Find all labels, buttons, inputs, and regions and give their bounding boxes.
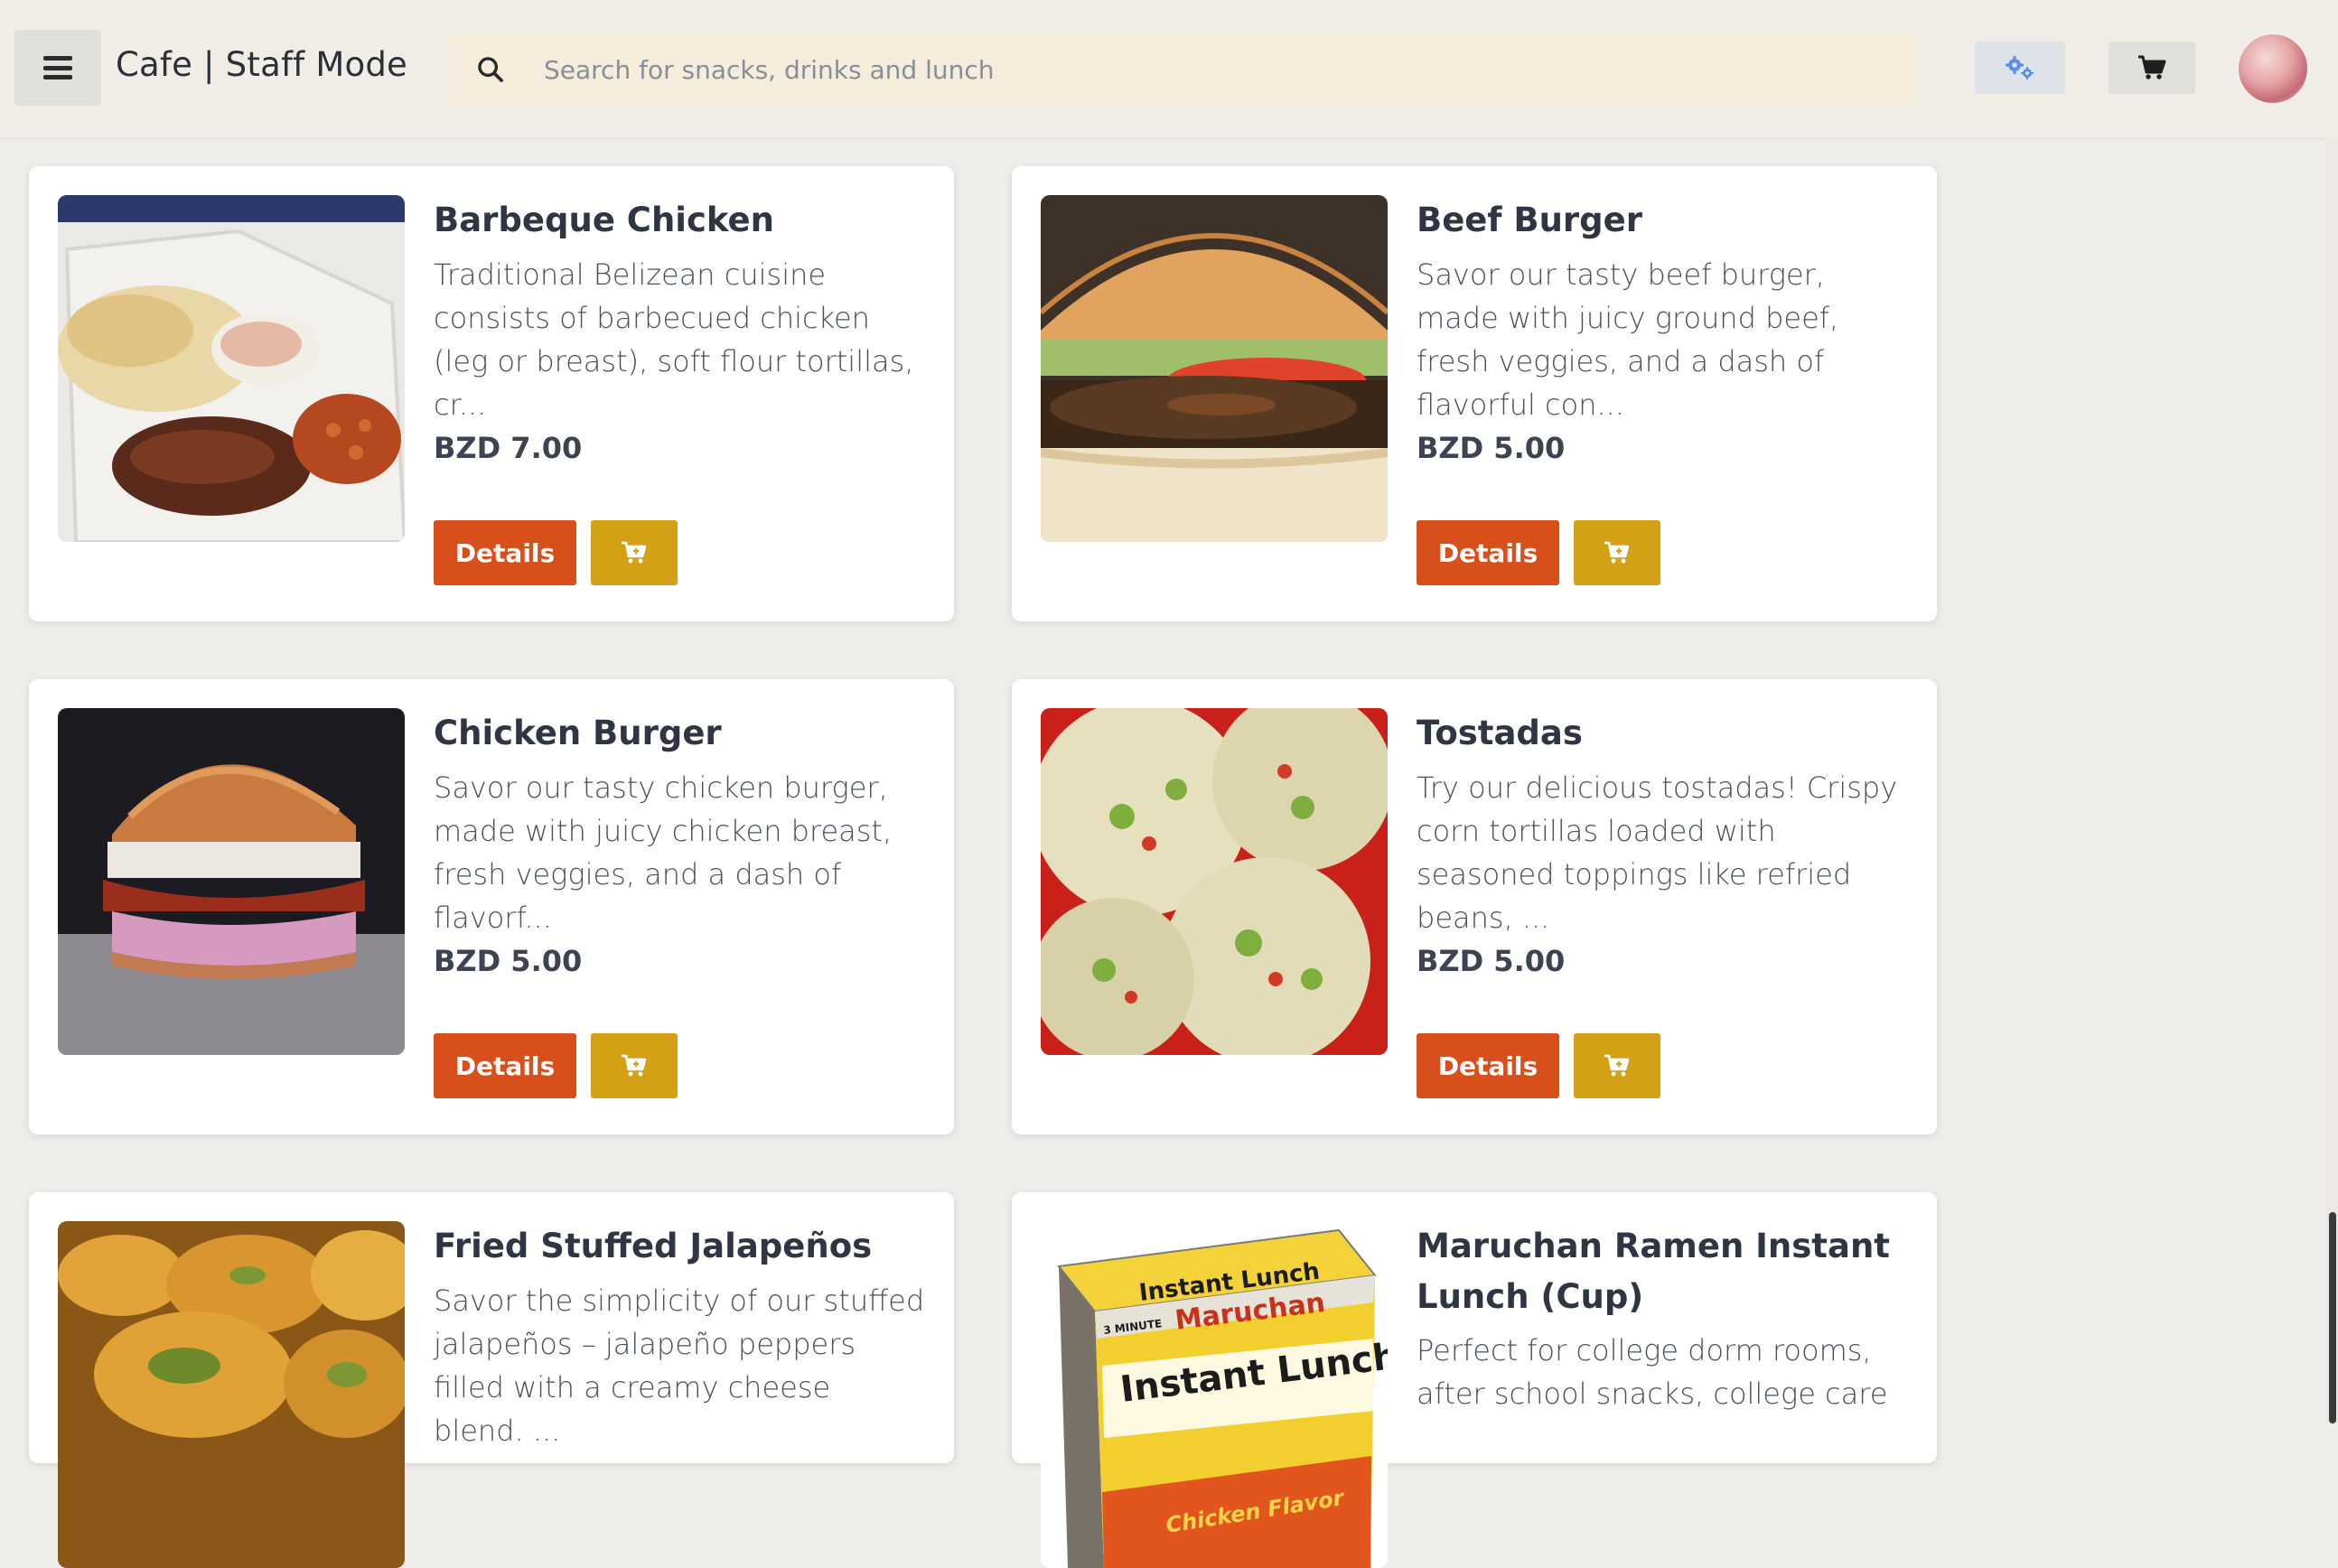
product-image — [58, 708, 405, 1055]
page-scrollbar[interactable] — [2325, 137, 2338, 1423]
cart-plus-icon — [1604, 1054, 1630, 1077]
hamburger-menu-icon — [43, 56, 72, 79]
add-to-cart-button[interactable] — [591, 520, 678, 585]
product-info: Chicken Burger Savor our tasty chicken b… — [434, 708, 929, 983]
product-info: Beef Burger Savor our tasty beef burger,… — [1417, 195, 1912, 470]
product-card: Barbeque Chicken Traditional Belizean cu… — [29, 166, 954, 621]
cart-plus-icon — [622, 541, 647, 564]
product-name: Maruchan Ramen Instant Lunch (Cup) — [1417, 1227, 1890, 1316]
product-card: Tostadas Try our delicious tostadas! Cri… — [1012, 679, 1937, 1134]
product-card: Instant Lunch 3 MINUTE Maruchan Instant … — [1012, 1192, 1937, 1568]
product-info: Maruchan Ramen Instant Lunch (Cup) Perfe… — [1417, 1221, 1912, 1415]
details-button[interactable]: Details — [1417, 1033, 1559, 1098]
product-card: Chicken Burger Savor our tasty chicken b… — [29, 679, 954, 1134]
search-bar[interactable] — [450, 33, 1917, 107]
shopping-cart-icon — [2138, 55, 2166, 79]
details-button[interactable]: Details — [1417, 520, 1559, 585]
product-price: BZD 5.00 — [1417, 430, 1566, 465]
add-to-cart-button[interactable] — [1574, 520, 1660, 585]
product-image: Instant Lunch 3 MINUTE Maruchan Instant … — [1041, 1221, 1388, 1568]
gears-icon — [2006, 56, 2034, 79]
menu-button[interactable] — [14, 30, 101, 106]
product-name: Fried Stuffed Jalapeños — [434, 1227, 873, 1265]
add-to-cart-button[interactable] — [591, 1033, 678, 1098]
details-button[interactable]: Details — [434, 520, 576, 585]
product-name: Barbeque Chicken — [434, 201, 774, 239]
cart-plus-icon — [622, 1054, 647, 1077]
product-price: BZD 5.00 — [434, 943, 583, 978]
product-name: Chicken Burger — [434, 714, 722, 752]
product-info: Fried Stuffed Jalapeños Savor the simpli… — [434, 1221, 929, 1452]
product-description: Perfect for college dorm rooms, after sc… — [1417, 1333, 1888, 1411]
product-image — [1041, 708, 1388, 1055]
product-name: Beef Burger — [1417, 201, 1642, 239]
product-card: Beef Burger Savor our tasty beef burger,… — [1012, 166, 1937, 621]
product-price: BZD 7.00 — [434, 430, 583, 465]
details-button[interactable]: Details — [434, 1033, 576, 1098]
product-description: Try our delicious tostadas! Crispy corn … — [1417, 770, 1898, 935]
app-title: Cafe | Staff Mode — [116, 45, 407, 84]
top-app-bar: Cafe | Staff Mode — [0, 0, 2338, 137]
product-description: Savor our tasty beef burger, made with j… — [1417, 257, 1839, 422]
product-description: Savor our tasty chicken burger, made wit… — [434, 770, 893, 935]
product-image — [58, 1221, 405, 1568]
product-name: Tostadas — [1417, 714, 1583, 752]
product-description: Traditional Belizean cuisine consists of… — [434, 257, 914, 422]
product-price: BZD 5.00 — [1417, 943, 1566, 978]
product-card: Fried Stuffed Jalapeños Savor the simpli… — [29, 1192, 954, 1568]
cart-button[interactable] — [2109, 42, 2195, 94]
add-to-cart-button[interactable] — [1574, 1033, 1660, 1098]
product-image — [58, 195, 405, 542]
product-description: Savor the simplicity of our stuffed jala… — [434, 1283, 925, 1448]
product-info: Tostadas Try our delicious tostadas! Cri… — [1417, 708, 1912, 983]
search-icon — [478, 57, 503, 82]
scrollbar-thumb[interactable] — [2329, 1212, 2336, 1423]
search-input[interactable] — [544, 45, 1881, 94]
user-avatar[interactable] — [2237, 33, 2309, 105]
cart-plus-icon — [1604, 541, 1630, 564]
product-image — [1041, 195, 1388, 542]
product-info: Barbeque Chicken Traditional Belizean cu… — [434, 195, 929, 470]
settings-button[interactable] — [1975, 42, 2065, 94]
